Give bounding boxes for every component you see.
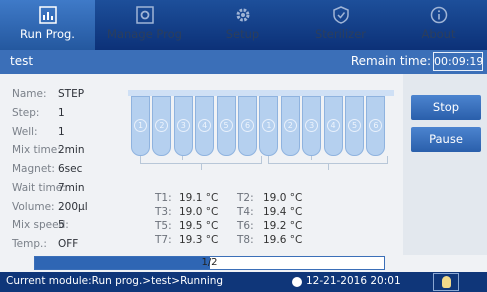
well-number: 5 (348, 119, 361, 132)
well-number: 2 (283, 119, 297, 132)
well-tube: 4 (195, 96, 215, 156)
temp-label: T4: (237, 206, 254, 218)
temp-label: T3: (155, 206, 172, 218)
current-module-status: Current module:Run prog.>test>Running (6, 275, 224, 287)
program-header: test Remain time: 00:09:19 (0, 50, 487, 74)
well-number: 3 (176, 119, 190, 132)
remain-time-value: 00:09:19 (433, 52, 483, 71)
light-bulb-icon (442, 276, 451, 288)
status-bar: Current module:Run prog.>test>Running 12… (0, 272, 487, 292)
strip-connector (328, 164, 329, 170)
well-strip: 123456123456 (128, 96, 394, 160)
clock-icon (292, 277, 302, 287)
bar-chart-icon (38, 6, 57, 24)
temp-label: T1: (155, 192, 172, 204)
well-tube: 1 (259, 96, 279, 156)
info-key: Temp.: (12, 238, 47, 250)
temp-value: 19.3 °C (179, 234, 219, 246)
info-key: Name: (12, 88, 47, 100)
progress-text: 1/2 (201, 257, 218, 268)
pause-button[interactable]: Pause (411, 127, 481, 152)
tab-run-prog[interactable]: Run Prog. (0, 0, 95, 50)
well-number: 3 (305, 119, 319, 132)
well-number: 2 (155, 119, 169, 132)
well-tube: 3 (302, 96, 322, 156)
tab-about[interactable]: About (391, 0, 486, 50)
temp-value: 19.4 °C (263, 206, 303, 218)
well-tube: 6 (238, 96, 257, 156)
well-tube: 2 (280, 96, 300, 156)
temp-label: T2: (237, 192, 254, 204)
tab-setup[interactable]: Setup (195, 0, 290, 50)
info-value: 6sec (58, 163, 83, 175)
run-progress-bar: 1/2 (34, 256, 385, 270)
info-key: Well: (12, 126, 38, 138)
info-value: 200µl (58, 201, 88, 213)
well-number: 6 (369, 119, 383, 132)
temp-value: 19.5 °C (179, 220, 219, 232)
well-tube: 2 (152, 96, 172, 156)
tab-label: Sterilizer (314, 27, 367, 41)
temp-value: 19.0 °C (263, 192, 303, 204)
info-value: OFF (58, 238, 79, 250)
control-panel: Stop Pause (403, 74, 487, 255)
status-datetime: 12-21-2016 20:01 (306, 275, 401, 287)
shield-icon (332, 6, 350, 24)
tab-bar: Run Prog. Manage Prog Setup Sterilizer A… (0, 0, 487, 50)
info-value: 5 (58, 219, 65, 231)
strip-bracket-right (268, 156, 388, 164)
well-tube: 3 (173, 96, 193, 156)
strip-bracket-left (140, 156, 262, 164)
well-number: 6 (241, 119, 254, 132)
temp-label: T6: (237, 220, 254, 232)
temp-value: 19.6 °C (263, 234, 303, 246)
info-key: Mix time: (12, 144, 61, 156)
tab-sterilizer[interactable]: Sterilizer (293, 0, 388, 50)
stop-button[interactable]: Stop (411, 95, 481, 120)
gear-box-icon (135, 6, 154, 24)
screen: Run Prog. Manage Prog Setup Sterilizer A… (0, 0, 487, 292)
well-number: 4 (326, 119, 340, 132)
info-value: 7min (58, 182, 85, 194)
info-value: 1 (58, 107, 65, 119)
tab-label: About (421, 27, 456, 41)
well-number: 4 (198, 119, 212, 132)
well-number: 1 (262, 119, 276, 132)
tab-label: Manage Prog (107, 27, 182, 41)
info-value: 1 (58, 126, 65, 138)
info-value: STEP (58, 88, 85, 100)
info-key: Volume: (12, 201, 55, 213)
program-name: test (10, 54, 34, 68)
temp-value: 19.2 °C (263, 220, 303, 232)
info-key: Magnet: (12, 163, 55, 175)
tab-label: Run Prog. (20, 27, 75, 41)
well-number: 1 (134, 119, 147, 132)
info-key: Step: (12, 107, 40, 119)
tab-label: Setup (225, 27, 260, 41)
well-tube: 1 (131, 96, 150, 156)
temp-value: 19.0 °C (179, 206, 219, 218)
temp-label: T5: (155, 220, 172, 232)
gear-icon (234, 6, 252, 24)
temp-value: 19.1 °C (179, 192, 219, 204)
temp-label: T7: (155, 234, 172, 246)
strip-connector (201, 164, 202, 170)
well-tube: 4 (323, 96, 343, 156)
well-tube: 5 (216, 96, 236, 156)
light-bulb-button[interactable] (433, 273, 459, 291)
well-tube: 6 (366, 96, 386, 156)
temp-label: T8: (237, 234, 254, 246)
well-number: 5 (219, 119, 233, 132)
remain-time-label: Remain time: (350, 54, 431, 68)
tab-manage-prog[interactable]: Manage Prog (97, 0, 192, 50)
info-value: 2min (58, 144, 85, 156)
info-icon (430, 6, 448, 24)
well-tube: 5 (345, 96, 364, 156)
